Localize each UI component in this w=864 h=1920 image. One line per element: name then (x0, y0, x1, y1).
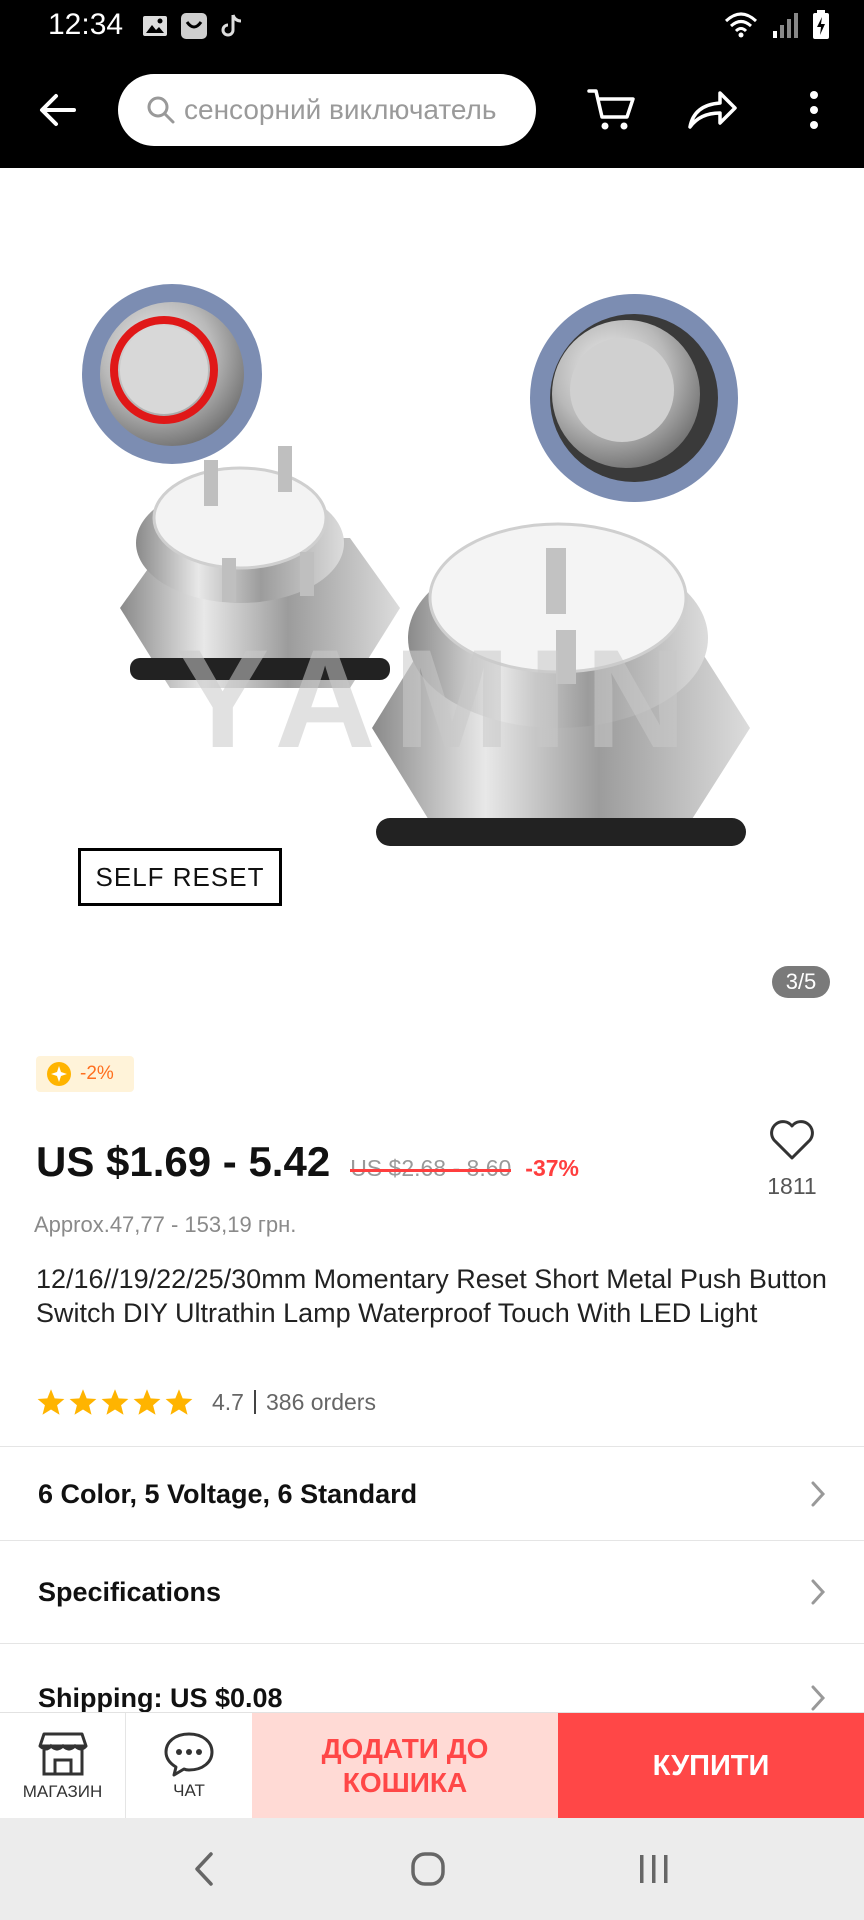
coin-discount-badge: -2% (36, 1056, 134, 1092)
search-bar[interactable] (118, 74, 536, 146)
wishlist-count: 1811 (767, 1173, 817, 1199)
store-label: МАГАЗИН (22, 1782, 103, 1801)
variants-row[interactable]: 6 Color, 5 Voltage, 6 Standard (0, 1448, 864, 1540)
chevron-right-icon (811, 1685, 826, 1711)
app-icon (181, 13, 207, 39)
star-icon (133, 1389, 161, 1415)
chat-icon (164, 1732, 214, 1777)
share-icon (688, 91, 737, 129)
chevron-left-icon (195, 1852, 213, 1886)
back-arrow-icon (40, 94, 76, 126)
cart-button[interactable] (582, 80, 642, 140)
search-icon (147, 96, 175, 124)
shipping-label: Shipping: US $0.08 (38, 1682, 283, 1713)
image-watermark: YAMIN (176, 620, 705, 777)
variants-label: 6 Color, 5 Voltage, 6 Standard (38, 1478, 418, 1509)
star-icon (165, 1389, 193, 1415)
price-row: US $1.69 - 5.42 US $2.68 - 8.60 -37% (36, 1138, 579, 1186)
battery-icon (813, 10, 829, 39)
add-to-cart-button[interactable]: ДОДАТИ ДО КОШИКА (252, 1713, 558, 1819)
chat-button[interactable]: ЧАТ (126, 1713, 252, 1819)
divider (0, 1446, 864, 1447)
star-icon (37, 1389, 65, 1415)
product-title: 12/16//19/22/25/30mm Momentary Reset Sho… (36, 1264, 827, 1328)
rating-row[interactable]: 4.7 386 orders (36, 1388, 376, 1416)
home-icon (411, 1852, 445, 1886)
gallery-icon (143, 16, 167, 36)
current-price: US $1.69 - 5.42 (36, 1138, 331, 1185)
coin-icon (47, 1062, 71, 1086)
cart-icon (587, 89, 635, 130)
store-button[interactable]: МАГАЗИН (0, 1713, 126, 1819)
status-bar: 12:34 (0, 0, 864, 52)
signal-icon (773, 13, 798, 38)
wishlist-button[interactable]: 1811 (756, 1118, 828, 1200)
bottom-action-bar: МАГАЗИН ЧАТ ДОДАТИ ДО КОШИКА КУПИТИ (0, 1712, 864, 1819)
original-price: US $2.68 - 8.60 (350, 1155, 512, 1181)
more-options-button[interactable] (784, 80, 844, 140)
back-button[interactable] (30, 82, 86, 138)
chevron-right-icon (811, 1579, 826, 1605)
chevron-right-icon (811, 1481, 826, 1507)
buy-now-button[interactable]: КУПИТИ (558, 1713, 864, 1819)
status-time: 12:34 (48, 8, 124, 41)
top-app-bar (0, 52, 864, 168)
divider (0, 1643, 864, 1644)
image-counter: 3/5 (772, 966, 830, 998)
rating-value: 4.7 (212, 1388, 244, 1415)
specifications-row[interactable]: Specifications (0, 1546, 864, 1638)
image-caption: SELF RESET (78, 848, 282, 906)
status-system-icons (724, 10, 830, 40)
product-page: 12:34 сенсорний виключатель YAMIN SELF R… (0, 0, 864, 1920)
approx-price: Approx.47,77 - 153,19 грн. (34, 1212, 297, 1237)
status-notification-icons (142, 12, 244, 40)
discount-percent: -37% (525, 1155, 579, 1181)
rating-separator (253, 1390, 256, 1414)
system-recents-button[interactable] (624, 1844, 684, 1894)
star-icon (69, 1389, 97, 1415)
coin-discount-text: -2% (80, 1063, 114, 1084)
system-home-button[interactable] (398, 1844, 458, 1894)
heart-icon (770, 1120, 814, 1160)
recents-icon (640, 1855, 668, 1883)
more-vertical-icon (810, 91, 818, 129)
orders-count: 386 orders (265, 1388, 376, 1415)
share-button[interactable] (682, 80, 742, 140)
specifications-label: Specifications (38, 1576, 222, 1607)
system-back-button[interactable] (174, 1844, 234, 1894)
star-icon (101, 1389, 129, 1415)
product-image-gallery[interactable]: YAMIN SELF RESET 3/5 (0, 168, 864, 1028)
chat-label: ЧАТ (173, 1781, 205, 1800)
system-navigation-bar (0, 1818, 864, 1920)
search-input[interactable] (184, 94, 524, 126)
divider (0, 1540, 864, 1541)
star-rating (36, 1388, 194, 1416)
wifi-icon (724, 12, 758, 38)
tiktok-icon (221, 14, 242, 37)
store-icon (38, 1732, 87, 1776)
